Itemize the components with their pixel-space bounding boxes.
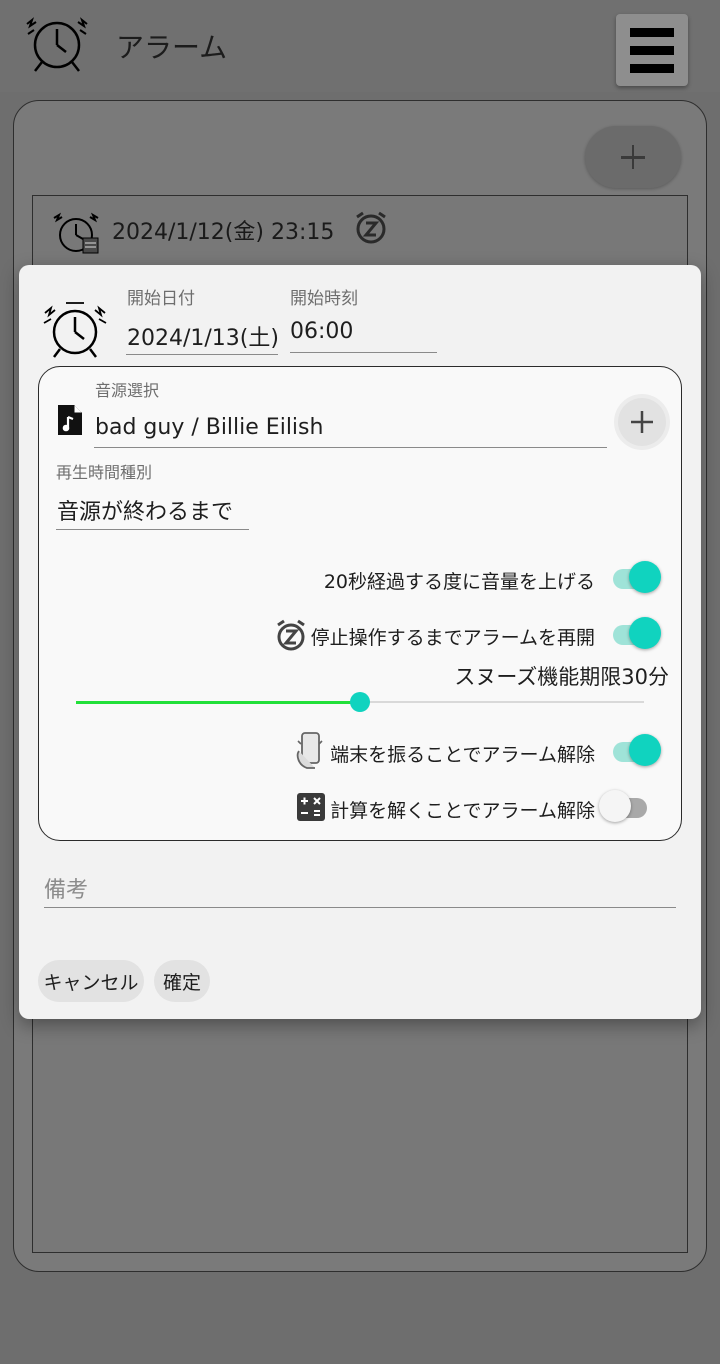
volume-up-label: 20秒経過する度に音量を上げる (323, 571, 595, 593)
add-alarm-button[interactable] (585, 126, 681, 188)
sound-select-field[interactable]: bad guy / Billie Eilish (94, 403, 607, 448)
alarm-clock-icon (43, 302, 107, 358)
snooze-limit-label: スヌーズ機能期限30分 (454, 665, 669, 689)
alarm-clock-icon (53, 212, 99, 254)
music-file-icon (58, 405, 82, 435)
start-date-field[interactable]: 2024/1/13(土) (126, 313, 279, 355)
alarm-item-datetime: 2024/1/12(金) 23:15 (112, 220, 335, 245)
menu-icon-bar (630, 64, 674, 73)
snooze-restart-label: 停止操作するまでアラームを再開 (310, 627, 595, 649)
menu-button[interactable] (616, 14, 688, 86)
start-date-label: 開始日付 (127, 289, 195, 309)
calculator-icon (297, 793, 325, 821)
start-time-label: 開始時刻 (290, 289, 358, 309)
app-title: アラーム (116, 31, 228, 64)
volume-up-toggle[interactable] (609, 559, 665, 595)
play-duration-label: 再生時間種別 (56, 463, 153, 482)
plus-icon-vertical (631, 145, 635, 169)
alarm-edit-dialog: 開始日付 2024/1/13(土) 開始時刻 06:00 音源選択 bad gu… (19, 265, 701, 1019)
sound-select-label: 音源選択 (95, 381, 160, 400)
slider-thumb[interactable] (350, 692, 370, 712)
plus-icon (631, 411, 653, 433)
sound-settings-panel: 音源選択 bad guy / Billie Eilish 再生時間種別 音源が終… (38, 366, 682, 841)
add-sound-button[interactable] (618, 398, 666, 446)
math-dismiss-toggle[interactable] (599, 788, 655, 824)
menu-icon (630, 28, 674, 37)
confirm-button[interactable]: 確定 (154, 960, 210, 1002)
sound-select-value: bad guy / Billie Eilish (95, 415, 324, 440)
start-time-field[interactable]: 06:00 (290, 313, 437, 353)
math-dismiss-label: 計算を解くことでアラーム解除 (330, 800, 595, 822)
play-duration-select[interactable]: 音源が終わるまで (56, 491, 249, 530)
toggle-thumb (629, 617, 661, 649)
toggle-thumb (629, 734, 661, 766)
toggle-thumb (599, 790, 631, 822)
snooze-icon (356, 211, 386, 244)
alarm-clock-icon (26, 17, 88, 72)
memo-placeholder: 備考 (44, 878, 89, 903)
start-time-value: 06:00 (290, 319, 354, 344)
start-date-value: 2024/1/13(土) (127, 326, 279, 351)
cancel-button[interactable]: キャンセル (38, 960, 144, 1002)
shake-dismiss-label: 端末を振ることでアラーム解除 (330, 744, 595, 766)
toggle-thumb (629, 561, 661, 593)
memo-field[interactable]: 備考 (44, 867, 676, 908)
snooze-restart-toggle[interactable] (609, 615, 665, 651)
shake-phone-icon (296, 732, 323, 769)
slider-fill (76, 700, 360, 704)
menu-icon-bar (630, 46, 674, 55)
play-duration-value: 音源が終わるまで (57, 500, 234, 525)
shake-dismiss-toggle[interactable] (609, 732, 665, 768)
snooze-icon (277, 619, 305, 651)
app-header (0, 0, 720, 92)
